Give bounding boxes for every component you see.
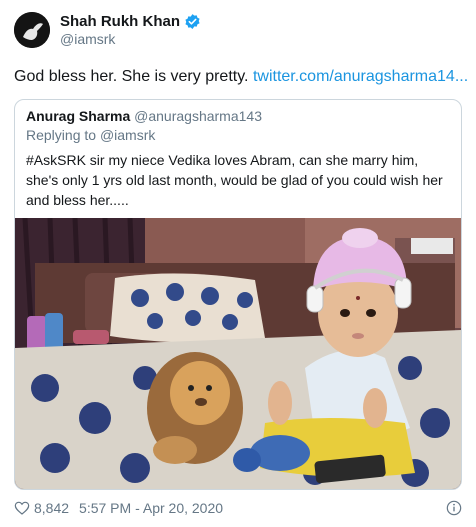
tweet-text: God bless her. She is very pretty. twitt… [14,68,468,86]
tweet-header: Shah Rukh Khan @iamsrk [14,12,201,48]
tweet-timestamp[interactable]: 5:57 PM - Apr 20, 2020 [79,500,223,516]
like-count: 8,842 [34,500,70,516]
info-icon[interactable] [446,500,462,516]
quoted-tweet[interactable]: Anurag Sharma @anuragsharma143 Replying … [14,99,462,490]
verified-badge-icon [185,14,200,29]
author-handle[interactable]: @iamsrk [60,31,201,47]
quoted-tweet-header: Anurag Sharma @anuragsharma143 [26,108,262,124]
tweet-card: Shah Rukh Khan @iamsrk God bless her. Sh… [0,0,476,527]
author-display-name[interactable]: Shah Rukh Khan [60,13,180,30]
tweet-body: God bless her. She is very pretty. [14,68,249,85]
replying-to-line: Replying to @iamsrk [26,127,155,143]
tweet-link[interactable]: twitter.com/anuragsharma14... [253,68,468,85]
quoted-author-name: Anurag Sharma [26,108,131,124]
replying-to-mention[interactable]: @iamsrk [100,127,155,143]
quoted-tweet-text: #AskSRK sir my niece Vedika loves Abram,… [26,152,443,208]
replying-to-label: Replying to [26,127,97,143]
baby-on-bed-photo [15,218,461,489]
avatar[interactable] [14,12,50,48]
author-names: Shah Rukh Khan @iamsrk [60,13,201,47]
tweet-footer: 8,842 5:57 PM - Apr 20, 2020 [14,500,223,516]
avatar-silhouette-icon [14,12,50,48]
quoted-tweet-photo[interactable] [15,218,461,489]
quoted-author-handle: @anuragsharma143 [134,108,262,124]
like-heart-icon[interactable] [14,500,30,516]
